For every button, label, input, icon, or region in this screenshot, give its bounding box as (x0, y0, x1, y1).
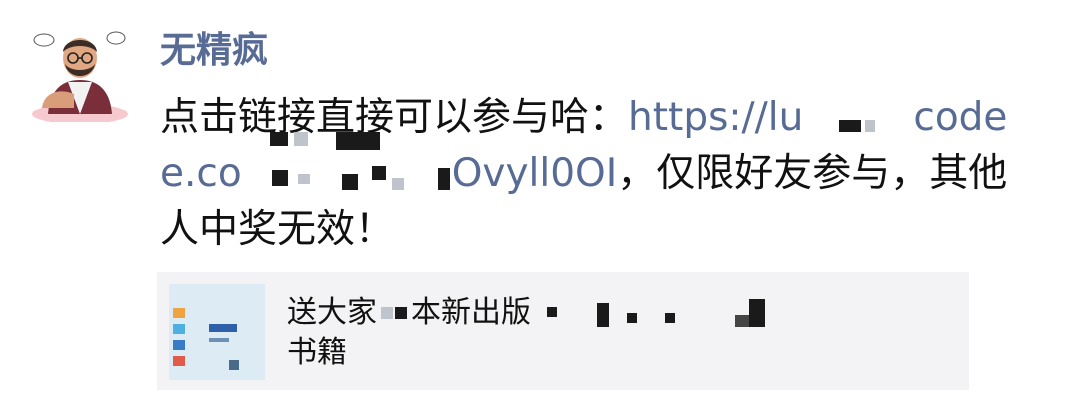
message-text-segment: 点击链接直接可以参与哈： (160, 95, 629, 140)
article-title-part: 送大家 (287, 295, 377, 330)
avatar[interactable] (30, 22, 130, 122)
message-text-segment: 人中奖无效！ (160, 207, 395, 252)
message-link-end-2[interactable]: Ovyll0OI (452, 151, 618, 196)
pixelated-redaction (803, 100, 913, 140)
message-text-segment: ，仅限好友参与，其他 (617, 151, 1008, 196)
pixelated-redaction (531, 297, 781, 331)
article-title: 送大家 本新出版 书籍 (287, 292, 957, 372)
article-thumbnail (169, 284, 265, 380)
message-link-end[interactable]: code (913, 95, 1007, 140)
message-text: 点击链接直接可以参与哈：https://lu code e.co Ovyll0O… (160, 90, 1065, 258)
cartoon-avatar-icon (30, 22, 130, 122)
pixelated-redaction-top (266, 126, 386, 152)
message-line-3: 人中奖无效！ (160, 202, 1065, 258)
article-title-part: 本新出版 (411, 295, 531, 330)
pixelated-redaction (377, 299, 411, 329)
author-name[interactable]: 无精疯 (160, 26, 268, 76)
article-title-part: 书籍 (287, 335, 347, 370)
message-link-start[interactable]: https://lu (628, 95, 803, 140)
message-line-2: e.co Ovyll0OI，仅限好友参与，其他 (160, 146, 1065, 202)
message-link-continued[interactable]: e.co (160, 151, 242, 196)
shared-article-card[interactable]: 送大家 本新出版 书籍 (157, 272, 969, 390)
pixelated-redaction (242, 156, 452, 196)
